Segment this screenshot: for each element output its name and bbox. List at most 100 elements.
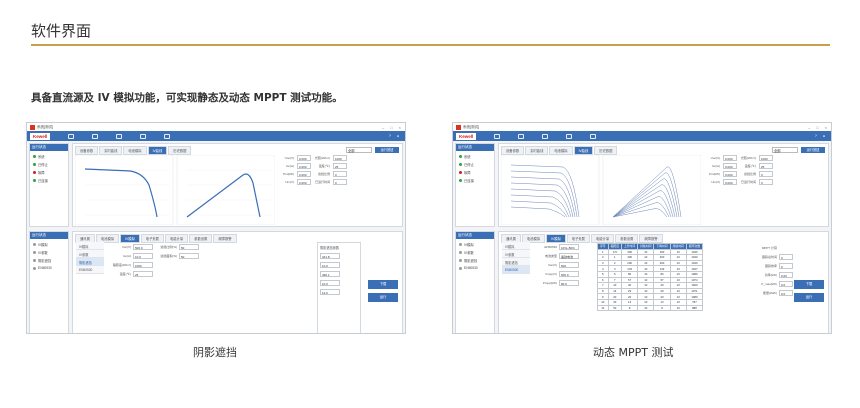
user-icon[interactable]: ● [823,134,825,138]
close-icon[interactable]: × [825,125,827,130]
param-grid: Uoc(V) 0.000 光照(W/m²) 1000 Isc(A) 0.000 温度(℃)… [278,155,399,225]
tab-alarm[interactable]: 故障报警 [639,234,663,243]
device-status-item: 阴影遮挡 [30,255,68,263]
tab-history[interactable]: 历史数据 [168,146,192,155]
simulation-panel: 通讯置 电池模拟 IV模拟 电子负载 电能计量 参数设置 故障报警 IV模拟 I… [498,231,829,333]
tab-iv-curve[interactable]: IV曲线 [147,146,168,155]
brand-logo: Kewell [456,132,477,140]
subnav-iv-params[interactable]: IV参数 [76,250,104,258]
tab-iv-curve[interactable]: IV曲线 [573,146,594,155]
group-value: 10.0 [320,280,340,286]
device-status-item: EN50530 [456,263,494,270]
curve-select[interactable]: 全部 [772,147,798,153]
screenshot-dynamic-mppt: 系统[测试] – □ × Kewell ? ● 运行状态 系统 已停止 故障 已… [452,122,832,334]
minimize-icon[interactable]: – [382,125,384,130]
report-icon[interactable] [590,133,597,139]
tab-realtime-curve[interactable]: 实时曲线 [525,146,549,155]
group-value: 341.8 [320,253,340,259]
file-icon[interactable] [494,133,501,139]
section-title: 软件界面 [31,22,92,40]
menu-right-group: ? ● [815,134,831,138]
voc-field[interactable]: 500.0 [133,243,153,250]
mppt-result-group: MPPT 计算 跟踪总时间 0 跟踪效率 0 功率(kW) 0.00 P_max(kW… [757,243,799,297]
alarm-icon[interactable] [518,133,525,139]
param-grid: Uoc(V) 0.000 光照(W/m²) 1000 Isc(A) 0.000 温度(℃)… [704,155,825,225]
run-button[interactable]: 运行按钮 [375,147,399,153]
maximize-icon[interactable]: □ [390,125,392,130]
device-status-header: 运行状态 [456,232,494,239]
tab-history[interactable]: 历史数据 [594,146,618,155]
iv-pv-family-charts [501,155,701,225]
help-icon[interactable]: ? [389,134,391,138]
subnav-iv-sim[interactable]: IV模拟 [502,242,530,250]
settings-icon[interactable] [566,133,573,139]
voc-field[interactable]: 500 [559,261,579,268]
brand-logo: Kewell [30,132,51,140]
report-icon[interactable] [164,133,171,139]
device-status-panel: 运行状态 IV模拟 IV参数 阴影遮挡 EN50530 [29,231,69,333]
window-controls: – □ × [808,125,831,130]
tab-battery-sim[interactable]: 电池模拟 [123,146,147,155]
mppt-step-table: 序号 辐照度 上升时间 持续时间 下降时间 持续时间 循环次数 1 0.5 300 10 300 10… [597,243,704,312]
run-button[interactable]: 运行按钮 [801,147,825,153]
status-item: 已连接 [30,175,68,183]
subnav-shadow[interactable]: 阴影遮挡 [76,258,104,266]
user-icon[interactable]: ● [397,134,399,138]
device-status-item: IV模拟 [30,239,68,247]
action-buttons: 下载 运行 [368,280,398,306]
tab-device-params[interactable]: 设备参数 [75,146,99,155]
subnav-iv-sim[interactable]: IV模拟 [76,242,104,250]
sim-subnav: IV模拟 IV参数 阴影遮挡 EN50530 [502,242,530,274]
app-logo-icon [30,124,35,130]
mppt-table-wrap: 序号 辐照度 上升时间 持续时间 下降时间 持续时间 循环次数 1 0.5 300 10 300 10… [597,243,704,312]
window-title-bar: 系统[测试] – □ × [27,123,405,131]
download-button[interactable]: 下载 [794,280,824,289]
standard-select[interactable]: 10%~50% [559,243,579,250]
status-item: 故障 [30,167,68,175]
tab-battery-sim[interactable]: 电池模拟 [549,146,573,155]
close-icon[interactable]: × [399,125,401,130]
shade-ratio-field[interactable]: 50 [179,243,199,250]
tab-settings[interactable]: 参数设置 [615,234,639,243]
refresh-icon[interactable] [542,133,549,139]
window-controls: – □ × [382,125,405,130]
subnav-shadow[interactable]: 阴影遮挡 [502,258,530,266]
table-row[interactable]: 11 50 8 10 8 10 888 [597,304,704,312]
cell-type-select[interactable]: 晶硅电池 [559,252,579,259]
window-title: 系统[测试] [37,124,53,129]
settings-icon[interactable] [140,133,147,139]
run-sim-button[interactable]: 运行 [794,293,824,302]
device-status-item: IV模拟 [456,239,494,247]
window-title-bar: 系统[测试] – □ × [453,123,831,131]
status-item: 已停止 [30,159,68,167]
status-panel-header: 运行状态 [456,144,494,151]
tab-realtime-curve[interactable]: 实时曲线 [99,146,123,155]
isc-field[interactable]: 10.0 [133,252,153,259]
file-icon[interactable] [68,133,75,139]
shade-area-field[interactable]: 50 [179,252,199,259]
subnav-en50530[interactable]: EN50530 [76,266,104,274]
pmpp-field[interactable]: 80.0 [559,279,579,286]
minimize-icon[interactable]: – [808,125,810,130]
tab-device-params[interactable]: 设备参数 [501,146,525,155]
caption-shadow: 阴影遮挡 [193,346,237,359]
device-status-item: IV参数 [456,247,494,255]
run-sim-button[interactable]: 运行 [368,293,398,302]
maximize-icon[interactable]: □ [816,125,818,130]
help-icon[interactable]: ? [815,134,817,138]
group-value: 10.0 [320,262,340,268]
status-panel: 运行状态 系统 已停止 故障 已连接 [29,143,69,227]
refresh-icon[interactable] [116,133,123,139]
subnav-en50530[interactable]: EN50530 [502,266,530,274]
caption-mppt: 动态 MPPT 测试 [593,346,674,359]
menu-bar: Kewell ? ● [27,131,405,141]
download-button[interactable]: 下载 [368,280,398,289]
temperature-field[interactable]: 25 [133,270,153,277]
alarm-icon[interactable] [92,133,99,139]
curve-select[interactable]: 全部 [346,147,372,153]
status-item: 已连接 [456,175,494,183]
menu-right-group: ? ● [389,134,405,138]
subnav-iv-params[interactable]: IV参数 [502,250,530,258]
irradiance-field[interactable]: 1000 [133,261,153,268]
vmpp-field[interactable]: 500.0 [559,270,579,277]
